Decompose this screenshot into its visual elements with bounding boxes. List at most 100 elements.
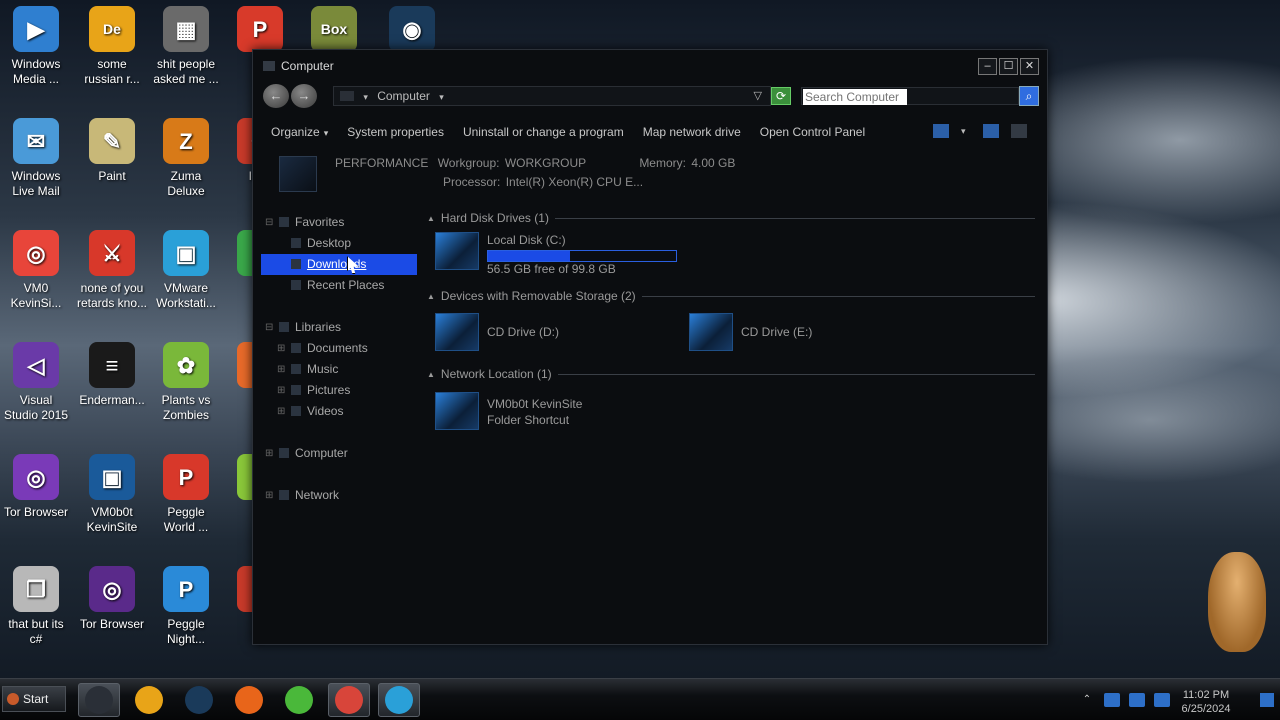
- close-button[interactable]: ✕: [1020, 58, 1039, 75]
- start-button[interactable]: Start: [2, 686, 66, 712]
- collapse-group-icon[interactable]: ▲: [427, 214, 435, 223]
- drive-free-space: 56.5 GB free of 99.8 GB: [487, 262, 616, 276]
- desktop-icon[interactable]: ❐ that but its c#: [0, 566, 74, 647]
- taskbar-app-firefox[interactable]: [228, 683, 270, 717]
- collapse-icon[interactable]: ⊟: [265, 212, 273, 233]
- taskbar-app-vmware[interactable]: [378, 683, 420, 717]
- collapse-group-icon[interactable]: ▲: [427, 292, 435, 301]
- taskbar-app-media-player[interactable]: [128, 683, 170, 717]
- workgroup-label: Workgroup:: [437, 156, 500, 170]
- desktop-icon[interactable]: P Peggle World ...: [148, 454, 224, 535]
- clock[interactable]: 11:02 PM 6/25/2024: [1166, 688, 1246, 716]
- documents-icon: [291, 343, 301, 353]
- minimize-button[interactable]: –: [978, 58, 997, 75]
- desktop-icon[interactable]: ▣ VMware Workstati...: [148, 230, 224, 311]
- nav-computer[interactable]: ⊞ Computer: [261, 443, 417, 464]
- breadcrumb-dropdown-icon[interactable]: ▾: [363, 92, 368, 102]
- desktop-icon-label: VMware Workstati...: [156, 281, 216, 310]
- change-view-icon[interactable]: [933, 124, 949, 138]
- chevron-down-icon[interactable]: ▾: [439, 92, 444, 102]
- desktop-icon[interactable]: Z Zuma Deluxe: [148, 118, 224, 199]
- desktop-icon[interactable]: ✉ Windows Live Mail: [0, 118, 74, 199]
- show-hidden-icons-icon[interactable]: ⌃: [1079, 693, 1095, 707]
- address-bar[interactable]: ▾ Computer ▾ ▽: [333, 86, 771, 106]
- expand-icon[interactable]: ⊞: [277, 338, 285, 359]
- taskbar-app-explorer[interactable]: [78, 683, 120, 717]
- search-icon[interactable]: ⌕: [1019, 86, 1039, 106]
- nav-videos[interactable]: ⊞ Videos: [261, 401, 417, 422]
- group-divider: [641, 295, 1035, 297]
- nav-network[interactable]: ⊞ Network: [261, 485, 417, 506]
- expand-icon[interactable]: ⊞: [277, 359, 285, 380]
- desktop-icon[interactable]: De some russian r...: [74, 6, 150, 87]
- taskbar-app-green-app[interactable]: [278, 683, 320, 717]
- network-info: VM0b0t KevinSite Folder Shortcut: [487, 392, 582, 430]
- title-bar[interactable]: Computer: [253, 50, 1047, 82]
- map-network-drive-button[interactable]: Map network drive: [643, 125, 741, 139]
- app-icon: ▣: [163, 230, 209, 276]
- maximize-button[interactable]: ☐: [999, 58, 1018, 75]
- drive-cd-d[interactable]: CD Drive (D:): [435, 313, 559, 351]
- desktop-icon[interactable]: ▦ shit people asked me ...: [148, 6, 224, 87]
- app-icon: ≡: [89, 342, 135, 388]
- desktop-icon[interactable]: ◁ Visual Studio 2015: [0, 342, 74, 423]
- collapse-icon[interactable]: ⊟: [265, 317, 273, 338]
- organize-menu[interactable]: Organize ▾: [271, 125, 328, 139]
- view-options-dropdown-icon[interactable]: ▾: [961, 124, 971, 138]
- expand-icon[interactable]: ⊞: [277, 401, 285, 422]
- desktop-icon[interactable]: ◎ Tor Browser: [74, 566, 150, 632]
- processor-value: Intel(R) Xeon(R) CPU E...: [505, 175, 644, 189]
- desktop-icon[interactable]: ▶ Windows Media ...: [0, 6, 74, 87]
- processor-label: Processor:: [443, 175, 501, 189]
- nav-downloads[interactable]: Downloads: [261, 254, 417, 275]
- taskbar-app-globe[interactable]: [178, 683, 220, 717]
- expand-icon[interactable]: ⊞: [265, 485, 273, 506]
- nav-documents[interactable]: ⊞ Documents: [261, 338, 417, 359]
- help-icon[interactable]: [1011, 124, 1027, 138]
- drive-cd-e[interactable]: CD Drive (E:): [689, 313, 812, 351]
- desktop-icon[interactable]: ≡ Enderman...: [74, 342, 150, 408]
- forward-button[interactable]: →: [291, 84, 317, 108]
- computer-icon: [340, 91, 354, 101]
- desktop-icon[interactable]: ◎ Tor Browser: [0, 454, 74, 520]
- group-header-network[interactable]: ▲ Network Location (1): [423, 363, 1035, 385]
- system-properties-button[interactable]: System properties: [347, 125, 444, 139]
- show-desktop-button[interactable]: [1260, 693, 1274, 707]
- desktop-icon[interactable]: ⚔ none of you retards kno...: [74, 230, 150, 311]
- desktop-icon[interactable]: ✿ Plants vs Zombies: [148, 342, 224, 423]
- desktop-icon[interactable]: ▣ VM0b0t KevinSite: [74, 454, 150, 535]
- display-icon[interactable]: [1129, 693, 1145, 707]
- group-header-hard-disk[interactable]: ▲ Hard Disk Drives (1): [423, 207, 1035, 229]
- taskbar-app-chrome[interactable]: [328, 683, 370, 717]
- desktop-icon[interactable]: ✎ Paint: [74, 118, 150, 184]
- desktop-icon[interactable]: P Peggle Night...: [148, 566, 224, 647]
- nav-favorites[interactable]: ⊟ Favorites: [261, 212, 417, 233]
- drive-local-disk-c[interactable]: Local Disk (C:) 56.5 GB free of 99.8 GB: [435, 232, 677, 275]
- search-input[interactable]: [803, 89, 907, 105]
- uninstall-program-button[interactable]: Uninstall or change a program: [463, 125, 624, 139]
- nav-documents-label: Documents: [307, 341, 368, 355]
- group-header-removable[interactable]: ▲ Devices with Removable Storage (2): [423, 285, 1035, 307]
- refresh-button[interactable]: ⟳: [771, 87, 791, 105]
- expand-icon[interactable]: ⊞: [277, 380, 285, 401]
- history-dropdown-icon[interactable]: ▽: [754, 87, 762, 105]
- back-button[interactable]: ←: [263, 84, 289, 108]
- open-control-panel-button[interactable]: Open Control Panel: [760, 125, 865, 139]
- breadcrumb-computer[interactable]: Computer: [377, 89, 430, 103]
- desktop-icon-label: Peggle Night...: [166, 617, 205, 646]
- preview-pane-icon[interactable]: [983, 124, 999, 138]
- network-location-kevinsite[interactable]: VM0b0t KevinSite Folder Shortcut: [435, 392, 582, 430]
- desktop-icon-label: shit people asked me ...: [153, 57, 219, 86]
- nav-libraries[interactable]: ⊟ Libraries: [261, 317, 417, 338]
- collapse-group-icon[interactable]: ▲: [427, 370, 435, 379]
- expand-icon[interactable]: ⊞: [265, 443, 273, 464]
- nav-favorites-label: Favorites: [295, 215, 345, 229]
- desktop-icon[interactable]: ◎ VM0 KevinSi...: [0, 230, 74, 311]
- nav-desktop[interactable]: Desktop: [261, 233, 417, 254]
- nav-pictures[interactable]: ⊞ Pictures: [261, 380, 417, 401]
- nav-recent-places[interactable]: Recent Places: [261, 275, 417, 296]
- nav-pictures-label: Pictures: [307, 383, 351, 397]
- desktop-icon-label: Windows Live Mail: [11, 169, 61, 198]
- nav-music[interactable]: ⊞ Music: [261, 359, 417, 380]
- action-center-icon[interactable]: [1104, 693, 1120, 707]
